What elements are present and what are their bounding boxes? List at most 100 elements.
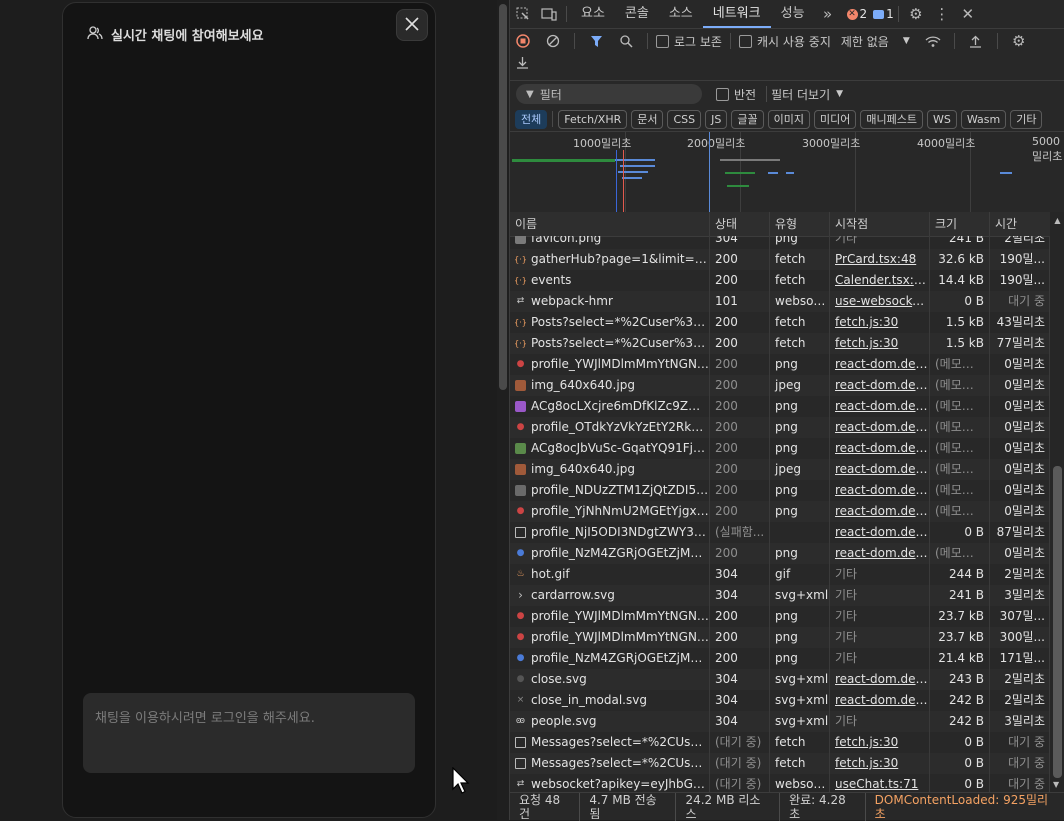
chip-js[interactable]: JS	[705, 109, 728, 129]
col-initiator[interactable]: 시작점	[830, 212, 930, 236]
request-row[interactable]: ● close.svg 304svg+xmlreact-dom.develo243 …	[510, 669, 1050, 690]
request-initiator[interactable]: react-dom.develo	[830, 522, 930, 543]
network-conditions-icon[interactable]	[920, 27, 946, 55]
request-row[interactable]: {·} Posts?select=*%2Cuser%3AUs... 200 fetch…	[510, 333, 1050, 354]
request-initiator[interactable]: react-dom.develo	[830, 354, 930, 375]
request-row[interactable]: profile_NDUzZTM1ZjQtZDI5M... 200 png react-…	[510, 480, 1050, 501]
tab-sources[interactable]: 소스	[659, 0, 703, 28]
scroll-down-icon[interactable]: ▼	[1053, 780, 1059, 789]
request-initiator[interactable]: fetch.js:30	[830, 732, 930, 753]
search-icon[interactable]	[613, 27, 639, 55]
request-initiator[interactable]: react-dom.develo	[830, 669, 930, 690]
chip-all[interactable]: 전체	[515, 109, 548, 129]
request-row[interactable]: {·} events 200 fetch Calender.tsx:44 14.4 kB 1…	[510, 270, 1050, 291]
chip-media[interactable]: 미디어	[814, 109, 857, 129]
chip-doc[interactable]: 문서	[631, 109, 664, 129]
chip-img[interactable]: 이미지	[767, 109, 810, 129]
request-row[interactable]: × close_in_modal.svg 304 svg+xml react-dom.d…	[510, 690, 1050, 711]
network-settings-icon[interactable]: ⚙	[1006, 27, 1032, 55]
request-row[interactable]: ⇄ webpack-hmr 101websoc...use-websocket.js…	[510, 291, 1050, 312]
chip-wasm[interactable]: Wasm	[960, 109, 1007, 129]
request-initiator[interactable]: fetch.js:30	[830, 753, 930, 774]
request-initiator[interactable]: react-dom.develo	[830, 543, 930, 564]
invert-checkbox[interactable]: 반전	[716, 86, 756, 103]
chip-fetch-xhr[interactable]: Fetch/XHR	[558, 109, 628, 129]
chat-input[interactable]: 채팅을 이용하시려면 로그인을 해주세요.	[83, 693, 415, 773]
col-name[interactable]: 이름	[510, 212, 710, 236]
request-row[interactable]: ACg8ocLXcjre6mDfKlZc9ZOD... 200 png react-d…	[510, 396, 1050, 417]
request-row[interactable]: ● profile_NzM4ZGRjOGEtZjM1Z... 200 png 기타 21.…	[510, 648, 1050, 669]
checkbox-box[interactable]	[656, 34, 669, 48]
request-initiator[interactable]: react-dom.develo	[830, 438, 930, 459]
network-overview-timeline[interactable]: 1000밀리초 2000밀리초 3000밀리초 4000밀리초 5000밀리초	[510, 131, 1064, 213]
request-row[interactable]: ● profile_YWJlMDlmMmYtNGNl... 200 png react-…	[510, 354, 1050, 375]
request-row[interactable]: {·} Posts?select=*%2Cuser%3AUs... 200 fetch…	[510, 312, 1050, 333]
request-row[interactable]: ꙭ people.svg 304 svg+xml 기타 242 B 3밀리초	[510, 711, 1050, 732]
scroll-up-icon[interactable]: ▲	[1050, 216, 1064, 225]
request-initiator[interactable]: react-dom.develo	[830, 501, 930, 522]
filter-input[interactable]: ▼ 필터	[516, 84, 702, 104]
request-row[interactable]: Messages?select=*%2CUsers... (대기 중) fetch f…	[510, 732, 1050, 753]
request-row[interactable]: ● profile_YWJlMDlmMmYtNGNl... 200 png 기타 23.7…	[510, 606, 1050, 627]
tab-performance[interactable]: 성능	[771, 0, 815, 28]
request-initiator[interactable]: react-dom.develo	[830, 690, 930, 711]
error-badge[interactable]: ✕ 2	[846, 7, 867, 21]
request-row[interactable]: img_640x640.jpg 200jpegreact-dom.develo(메…	[510, 459, 1050, 480]
close-button[interactable]	[396, 9, 428, 41]
chip-font[interactable]: 글꼴	[731, 109, 764, 129]
tab-console[interactable]: 콘솔	[615, 0, 659, 28]
request-initiator[interactable]: react-dom.develo	[830, 417, 930, 438]
table-scrollbar-thumb[interactable]	[1053, 466, 1062, 778]
chip-manifest[interactable]: 매니페스트	[860, 109, 923, 129]
request-initiator[interactable]: react-dom.develo	[830, 375, 930, 396]
request-row[interactable]: ● profile_NzM4ZGRjOGEtZjM1Z... 200 png react…	[510, 543, 1050, 564]
request-initiator[interactable]: use-websocket.js:	[830, 291, 930, 312]
request-row[interactable]: ● profile_YWJlMDlmMmYtNGNl... 200 png 기타 23.7…	[510, 627, 1050, 648]
request-row[interactable]: ⇄ websocket?apikey=eyJhbGciO... (대기 중) webs…	[510, 774, 1050, 792]
inspect-element-icon[interactable]	[510, 0, 536, 28]
request-initiator[interactable]: react-dom.develo	[830, 480, 930, 501]
chip-css[interactable]: CSS	[667, 109, 702, 129]
request-row[interactable]: {·} gatherHub?page=1&limit=10 200 fetch PrCa…	[510, 249, 1050, 270]
record-stop-icon[interactable]	[510, 27, 536, 55]
col-type[interactable]: 유형	[770, 212, 830, 236]
col-status[interactable]: 상태	[710, 212, 770, 236]
request-row[interactable]: › cardarrow.svg 304 svg+xml 기타 241 B 3밀리초	[510, 585, 1050, 606]
settings-gear-icon[interactable]: ⚙	[903, 0, 929, 28]
request-initiator[interactable]: PrCard.tsx:48	[830, 249, 930, 270]
request-row[interactable]: ● profile_OTdkYzVkYzEtY2RkNC... 200 png reac…	[510, 417, 1050, 438]
request-initiator[interactable]: useChat.ts:71	[830, 774, 930, 792]
request-row[interactable]: ● profile_YjNhNmU2MGEtYjgxZi... 200 png reac…	[510, 501, 1050, 522]
tab-elements[interactable]: 요소	[571, 0, 615, 28]
disable-cache-checkbox[interactable]: 캐시 사용 중지	[738, 33, 831, 50]
filter-funnel-icon[interactable]	[583, 27, 609, 55]
clear-icon[interactable]	[540, 27, 566, 55]
request-initiator[interactable]: fetch.js:30	[830, 333, 930, 354]
request-initiator[interactable]: Calender.tsx:44	[830, 270, 930, 291]
request-row[interactable]: ♨ hot.gif 304 gif 기타 244 B 2밀리초	[510, 564, 1050, 585]
more-filters-dropdown[interactable]: 필터 더보기 ▼	[771, 86, 843, 103]
request-initiator[interactable]: fetch.js:30	[830, 312, 930, 333]
chip-other[interactable]: 기타	[1010, 109, 1043, 129]
request-row[interactable]: ACg8ocJbVuSc-GqatYQ91Fjqb... 200 png react-…	[510, 438, 1050, 459]
request-row[interactable]: profile_NjI5ODI3NDgtZWY3Z... (실패함... react…	[510, 522, 1050, 543]
request-row[interactable]: favicon.png 304 png 기타 241 B 2밀리초	[510, 236, 1050, 249]
request-initiator[interactable]: react-dom.develo	[830, 459, 930, 480]
request-row[interactable]: img_640x640.jpg 200jpegreact-dom.develo(메…	[510, 375, 1050, 396]
col-size[interactable]: 크기	[930, 212, 990, 236]
more-options-icon[interactable]: ⋮	[929, 0, 955, 28]
chip-ws[interactable]: WS	[926, 109, 957, 129]
left-scrollbar-thumb[interactable]	[499, 4, 507, 390]
import-har-icon[interactable]	[963, 27, 989, 55]
tab-network[interactable]: 네트워크	[702, 0, 771, 28]
throttling-select[interactable]: 제한 없음 ▼	[841, 33, 910, 50]
message-badge[interactable]: 1	[873, 7, 894, 21]
preserve-log-checkbox[interactable]: 로그 보존	[656, 33, 722, 50]
checkbox-box[interactable]	[716, 87, 729, 101]
checkbox-box[interactable]	[738, 34, 752, 48]
col-time[interactable]: 시간	[990, 212, 1050, 236]
request-row[interactable]: Messages?select=*%2CUsers... (대기 중) fetch f…	[510, 753, 1050, 774]
close-devtools-icon[interactable]: ✕	[955, 0, 981, 28]
request-initiator[interactable]: react-dom.develo	[830, 396, 930, 417]
device-toolbar-icon[interactable]	[536, 0, 562, 28]
